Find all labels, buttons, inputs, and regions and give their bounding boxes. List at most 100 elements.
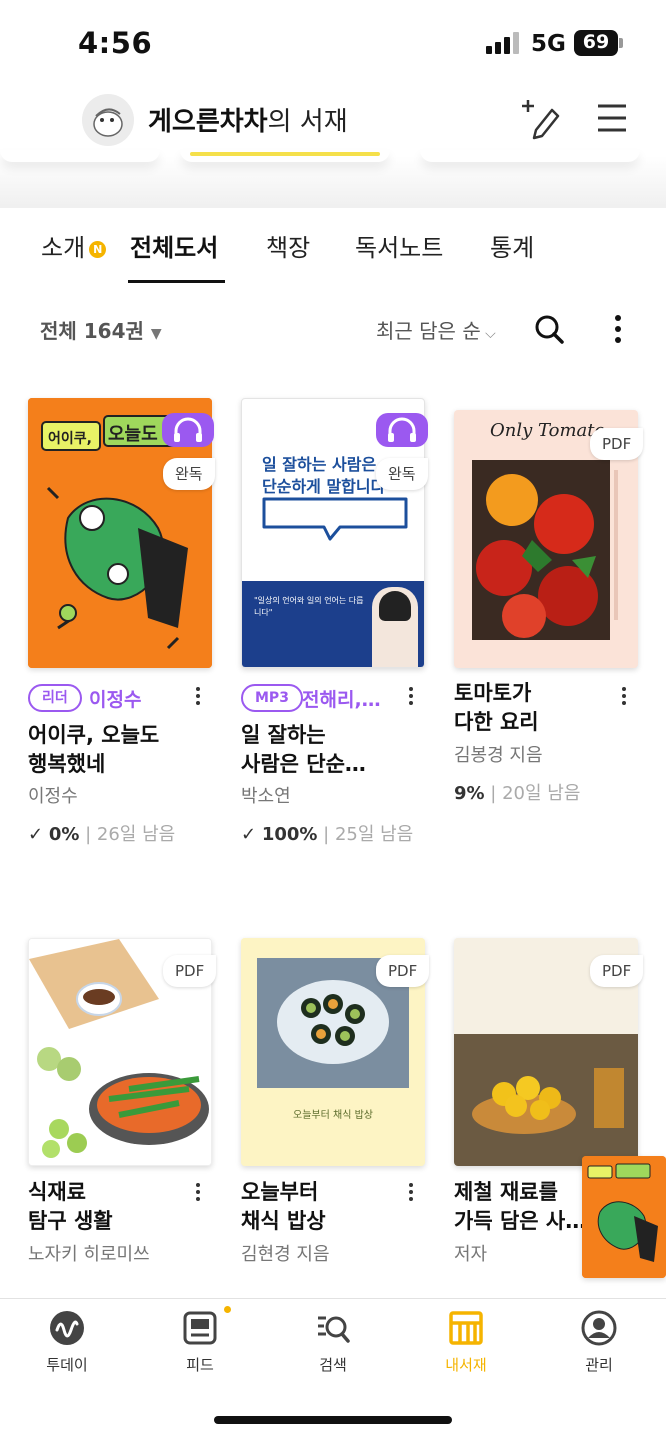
pdf-badge: PDF (376, 955, 430, 987)
book-author: 김현경 지음 (241, 1244, 330, 1265)
tab-bookshelf[interactable]: 책장 (266, 228, 310, 263)
book-title[interactable]: 오늘부터채식 밥상 (241, 1178, 326, 1236)
book-title-line: 어이쿠, 오늘도 (28, 723, 160, 747)
nav-label: 투데이 (46, 1356, 88, 1374)
more-vertical-icon[interactable] (401, 1179, 421, 1209)
battery-level: 69 (582, 31, 610, 53)
tab-reading-notes[interactable]: 독서노트 (355, 228, 443, 263)
chevron-down-icon: ⌵ (480, 326, 496, 342)
book-title[interactable]: 일 잘하는사람은 단순… (241, 721, 366, 779)
book-title[interactable]: 제철 재료를가득 담은 사… (454, 1178, 586, 1236)
more-vertical-icon[interactable] (188, 683, 208, 713)
carousel-card (180, 150, 390, 162)
book-title-line: 채식 밥상 (241, 1209, 326, 1233)
divider: | (484, 783, 503, 804)
progress-value: 100% (261, 824, 318, 845)
more-vertical-icon[interactable] (401, 683, 421, 713)
book-title-line: 식재료 (28, 1180, 86, 1204)
cover-illustration (582, 1156, 666, 1278)
search-icon (318, 1316, 350, 1343)
nav-label: 관리 (585, 1356, 613, 1374)
nav-label: 내서재 (445, 1356, 487, 1374)
more-vertical-icon[interactable] (188, 1179, 208, 1209)
notification-dot (224, 1306, 231, 1313)
nav-feed[interactable]: 피드 (150, 1310, 250, 1375)
book-author: 노자키 히로미쓰 (28, 1244, 150, 1265)
book-author: 이정수 (28, 786, 78, 807)
cover-text: 오늘부터 채식 밥상 (293, 1110, 373, 1121)
book-title-line: 일 잘하는 (241, 723, 326, 747)
role-chip: 리더 (28, 684, 82, 712)
carousel-strip (0, 156, 666, 210)
divider: | (317, 824, 335, 845)
cover-text: 오늘도 (108, 424, 158, 445)
pdf-badge: PDF (590, 428, 644, 460)
nav-search[interactable]: 검색 (283, 1310, 383, 1375)
cover-text: 단순하게 말합니다 (262, 477, 386, 496)
pdf-badge: PDF (163, 955, 217, 987)
nav-label: 피드 (186, 1356, 214, 1374)
book-title-line: 사람은 단순… (241, 752, 366, 776)
book-title[interactable]: 어이쿠, 오늘도행복했네 (28, 721, 159, 779)
caret-down-icon: ▼ (150, 326, 162, 342)
home-indicator[interactable] (214, 1416, 452, 1424)
sort-label: 최근 담은 순 (376, 319, 481, 343)
more-vertical-icon[interactable] (606, 313, 630, 345)
cover-text: 일 잘하는 사람은 (262, 455, 377, 474)
carousel-card (420, 150, 640, 162)
book-author: 박소연 (241, 786, 291, 807)
library-title: 게으른차차의 서재 (148, 101, 348, 138)
book-title[interactable]: 토마토가다한 요리 (454, 679, 539, 737)
tab-label: 소개 (41, 234, 86, 262)
menu-icon[interactable] (590, 96, 634, 140)
count-label: 전체 164권 (40, 319, 144, 343)
book-title-line: 탐구 생활 (28, 1209, 113, 1233)
status-badge: 완독 (163, 458, 215, 490)
reading-progress: 9% | 20일 남음 (454, 779, 580, 805)
nav-today[interactable]: 투데이 (17, 1310, 117, 1375)
library-suffix: 의 서재 (267, 107, 348, 137)
tab-all-books[interactable]: 전체도서 (130, 228, 218, 263)
book-title-line: 행복했네 (28, 752, 106, 776)
battery-icon: 69 (574, 30, 624, 56)
book-count-filter[interactable]: 전체 164권 ▼ (40, 315, 162, 344)
book-title-line: 다한 요리 (454, 710, 539, 734)
avatar[interactable] (82, 94, 134, 146)
speech-bubble-icon (262, 497, 408, 541)
role-chip: MP3 (241, 684, 303, 712)
remaining-days: 26일 남음 (96, 824, 176, 845)
book-title-line: 오늘부터 (241, 1180, 319, 1204)
check-icon: ✓ (28, 824, 49, 845)
cover-illustration (472, 460, 610, 640)
book-title[interactable]: 식재료탐구 생활 (28, 1178, 113, 1236)
more-vertical-icon[interactable] (614, 683, 634, 713)
nav-label: 검색 (319, 1356, 347, 1374)
headphones-icon (376, 413, 428, 447)
book-title-line: 제철 재료를 (454, 1180, 558, 1204)
tab-intro[interactable]: 소개 N (41, 228, 107, 263)
carousel-card (0, 150, 160, 162)
reading-progress: ✓ 0% | 26일 남음 (28, 820, 175, 846)
network-label: 5G (531, 31, 566, 57)
check-icon: ✓ (241, 824, 262, 845)
book-title-line: 가득 담은 사… (454, 1209, 587, 1233)
pencil-plus-icon[interactable] (520, 96, 564, 140)
sort-dropdown[interactable]: 최근 담은 순 ⌵ (376, 315, 496, 344)
profile-icon (581, 1310, 617, 1346)
book-title-line: 토마토가 (454, 681, 532, 705)
cover-text: "일상의 언어와 일의 언어는 다릅니다" (254, 596, 364, 617)
owner-name: 게으른차차 (148, 107, 268, 137)
cover-title: Only Tomato (490, 420, 606, 441)
nav-my-library[interactable]: 내서재 (416, 1310, 516, 1375)
search-icon[interactable] (533, 313, 565, 345)
library-icon (449, 1311, 483, 1345)
progress-value: 9% (454, 783, 485, 804)
status-badge: 완독 (376, 458, 428, 490)
mini-player-thumbnail[interactable] (582, 1156, 666, 1278)
headphones-icon (162, 413, 214, 447)
nav-manage[interactable]: 관리 (549, 1310, 649, 1375)
divider: | (79, 824, 97, 845)
progress-value: 0% (48, 824, 80, 845)
tab-statistics[interactable]: 통계 (490, 228, 534, 263)
signal-icon (486, 32, 519, 54)
